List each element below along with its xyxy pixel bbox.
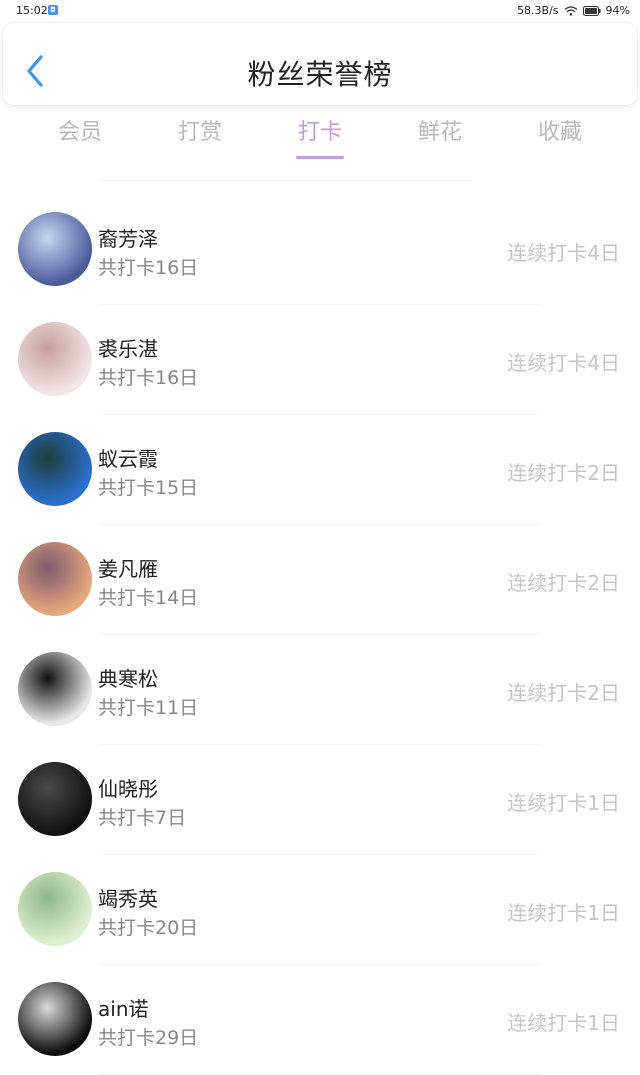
avatar[interactable] xyxy=(18,762,92,836)
list-item[interactable]: 仙晓彤共打卡7日 连续打卡1日 xyxy=(0,745,640,855)
total-checkin-days: 共打卡15日 xyxy=(98,477,199,499)
avatar[interactable] xyxy=(18,212,92,286)
avatar[interactable] xyxy=(18,322,92,396)
notification-app-icon: ◘ xyxy=(48,5,58,15)
list-item[interactable]: 裘乐湛共打卡16日 连续打卡4日 xyxy=(0,305,640,415)
fan-name: ain诺 xyxy=(98,997,149,1021)
checkin-streak: 连续打卡4日 xyxy=(507,241,620,265)
avatar[interactable] xyxy=(18,652,92,726)
fan-name: 竭秀英 xyxy=(98,887,158,911)
tab-bar: 会员 打赏 打卡 鲜花 收藏 xyxy=(0,114,640,164)
status-time: 15:02 xyxy=(16,4,48,17)
page-title: 粉丝荣誉榜 xyxy=(247,58,393,91)
checkin-streak: 连续打卡2日 xyxy=(507,571,620,595)
list-item[interactable]: 竭秀英共打卡20日 连续打卡1日 xyxy=(0,855,640,965)
fan-name: 仙晓彤 xyxy=(98,777,158,801)
wifi-icon xyxy=(564,5,577,16)
total-checkin-days: 共打卡29日 xyxy=(98,1027,199,1049)
fan-name: 姜凡雁 xyxy=(98,557,158,581)
active-tab-indicator xyxy=(296,156,344,159)
total-checkin-days: 共打卡16日 xyxy=(98,367,199,389)
checkin-streak: 连续打卡2日 xyxy=(507,681,620,705)
fan-ranking-list: 裔芳泽 共打卡16日 连续打卡4日 裘乐湛 共打卡16日 连续打卡4日 蚁云霞 共打卡15日连… xyxy=(0,195,640,1075)
total-checkin-days: 共打卡11日 xyxy=(98,697,199,719)
header-bar: 粉丝荣誉榜 xyxy=(2,22,638,106)
avatar[interactable] xyxy=(18,432,92,506)
status-bar: 15:02 ◘ 58.3B/s 94% xyxy=(0,0,640,22)
fan-name: 蚁云霞 xyxy=(98,447,158,471)
list-item[interactable]: 典寒松共打卡11日 连续打卡2日 xyxy=(0,635,640,745)
tab-checkin[interactable]: 打卡 xyxy=(260,114,380,159)
tabs-divider xyxy=(100,180,472,181)
battery-percent: 94% xyxy=(605,4,630,17)
checkin-streak: 连续打卡1日 xyxy=(507,1011,620,1035)
fan-name: 裔芳泽 xyxy=(98,227,158,251)
tab-flowers[interactable]: 鲜花 xyxy=(380,114,500,146)
total-checkin-days: 共打卡20日 xyxy=(98,917,199,939)
total-checkin-days: 共打卡16日 xyxy=(98,257,199,279)
network-speed: 58.3B/s xyxy=(517,4,559,17)
total-checkin-days: 共打卡7日 xyxy=(98,807,187,829)
tab-favorites[interactable]: 收藏 xyxy=(500,114,620,146)
fan-name: 典寒松 xyxy=(98,667,158,691)
checkin-streak: 连续打卡1日 xyxy=(507,901,620,925)
avatar[interactable] xyxy=(18,982,92,1056)
fan-name: 裘乐湛 xyxy=(98,337,158,361)
status-indicators: 58.3B/s 94% xyxy=(517,4,630,17)
battery-icon xyxy=(582,5,601,16)
avatar[interactable] xyxy=(18,872,92,946)
list-item[interactable]: ain诺共打卡29日 连续打卡1日 xyxy=(0,965,640,1075)
checkin-streak: 连续打卡2日 xyxy=(507,461,620,485)
checkin-streak: 连续打卡4日 xyxy=(507,351,620,375)
tab-member[interactable]: 会员 xyxy=(20,114,140,146)
avatar[interactable] xyxy=(18,542,92,616)
list-item[interactable]: 蚁云霞共打卡15日 连续打卡2日 xyxy=(0,415,640,525)
checkin-streak: 连续打卡1日 xyxy=(507,791,620,815)
tab-checkin-label: 打卡 xyxy=(297,120,342,145)
list-item[interactable]: 姜凡雁共打卡14日 连续打卡2日 xyxy=(0,525,640,635)
total-checkin-days: 共打卡14日 xyxy=(98,587,199,609)
tab-reward[interactable]: 打赏 xyxy=(140,114,260,146)
list-item[interactable]: 裔芳泽共打卡16日 连续打卡4日 xyxy=(0,195,640,305)
